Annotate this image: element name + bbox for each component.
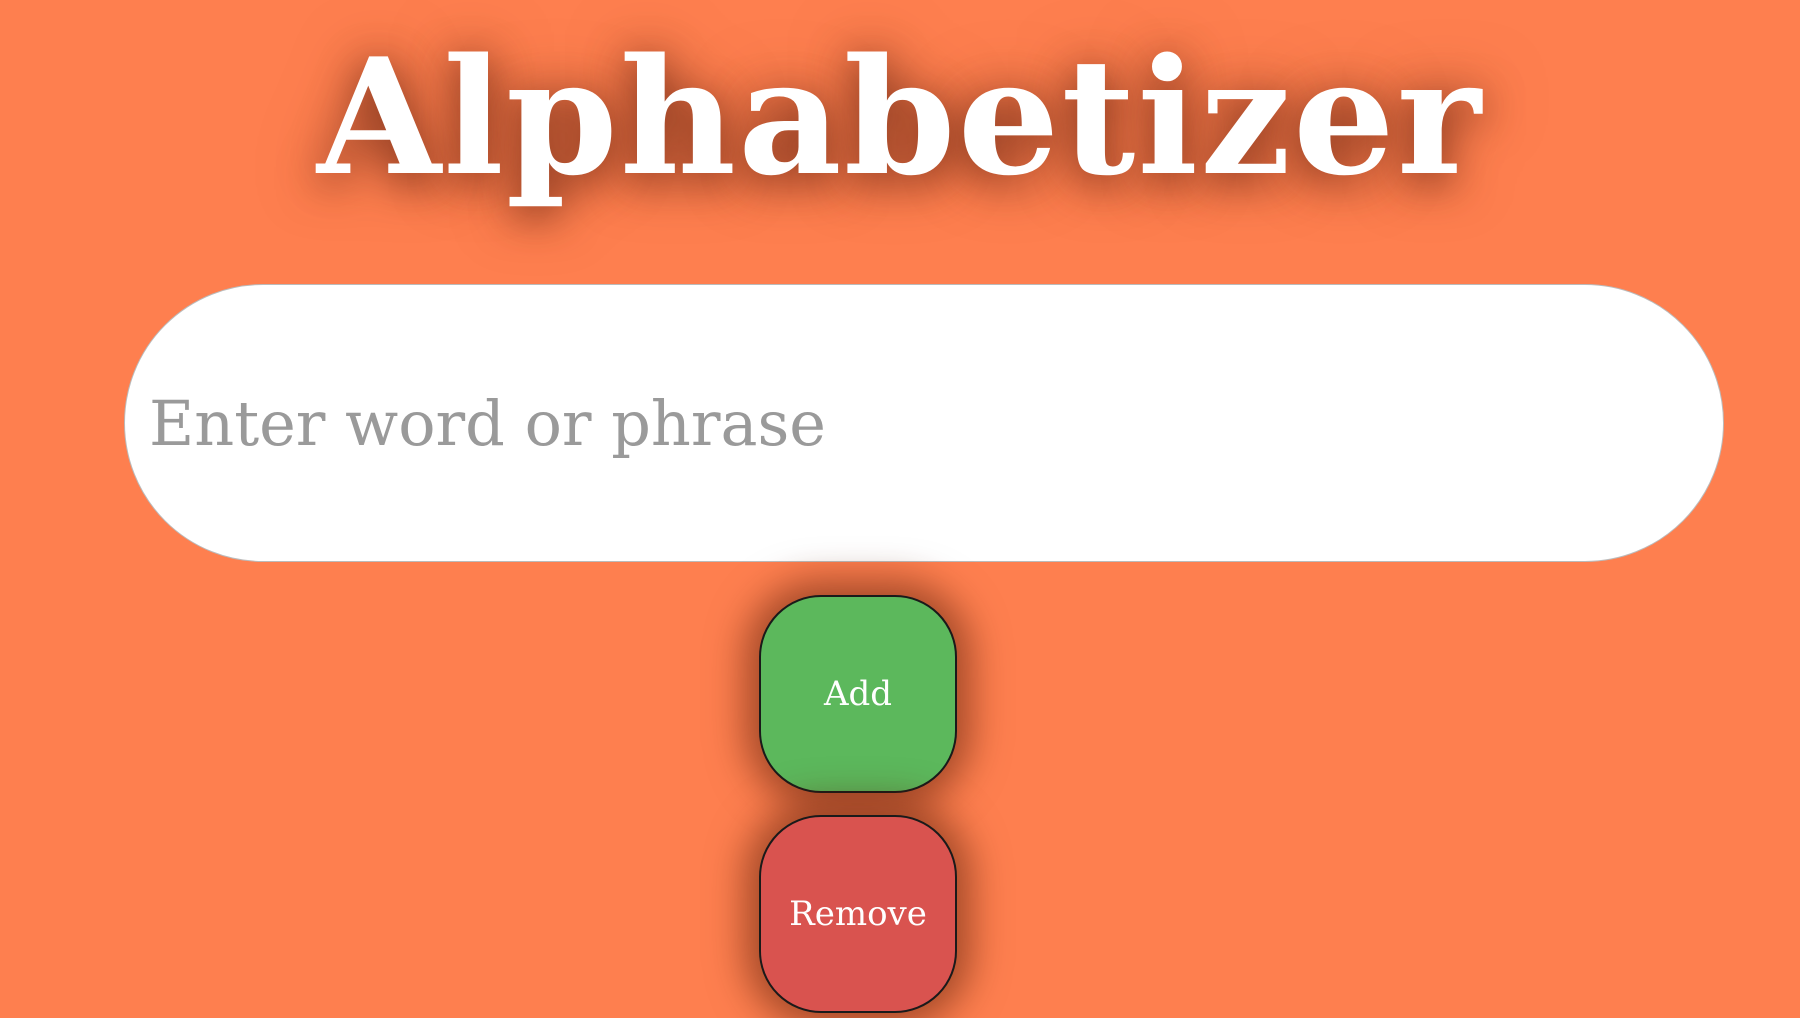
remove-button[interactable]: Remove [759,815,957,1013]
add-button-label: Add [823,674,893,714]
phrase-input-container [124,284,1724,562]
remove-button-label: Remove [789,894,927,934]
phrase-input[interactable] [149,285,1689,561]
page-title: Alphabetizer [316,23,1484,211]
add-button[interactable]: Add [759,595,957,793]
